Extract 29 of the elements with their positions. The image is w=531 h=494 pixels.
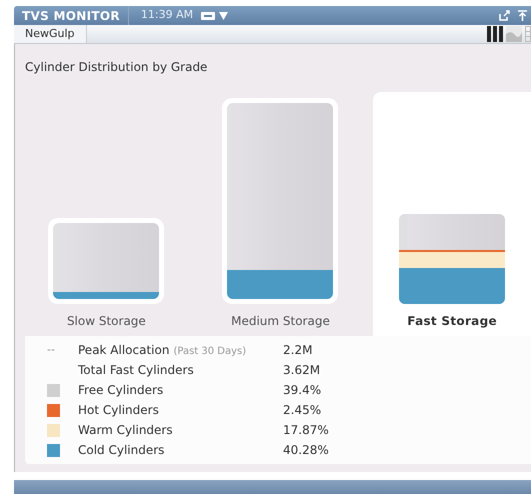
chart-title: Cylinder Distribution by Grade [25,59,208,76]
cylinder-label: Medium Storage [231,313,330,330]
dash-marker: -- [47,342,55,358]
cylinder[interactable] [399,214,506,304]
legend-value: 40.28% [283,442,329,460]
legend-value: 39.4% [283,382,322,400]
dropdown-icon[interactable] [219,12,228,20]
legend-label: Peak Allocation [78,342,170,360]
legend-value: 2.2M [283,342,312,360]
legend-value: 17.87% [283,422,329,440]
legend-label: Total Fast Cylinders [78,362,194,380]
legend-note: (Past 30 Days) [173,345,246,360]
legend-value: 3.62M [283,362,320,380]
grid-view-icon[interactable] [525,26,531,42]
battery-icon [201,12,216,20]
bar-view-icon[interactable] [487,26,503,42]
cylinder-label: Slow Storage [66,313,146,330]
cylinder-label: Fast Storage [407,313,497,330]
legend-label: Free Cylinders [78,382,164,400]
legend-label: Warm Cylinders [78,422,173,440]
popout-icon[interactable] [499,10,510,21]
legend-label: Cold Cylinders [78,442,164,460]
toolbar-tab[interactable]: NewGulp [14,25,87,44]
legend-label: Hot Cylinders [78,402,159,420]
clock-text: 11:39 AM [140,7,194,24]
window-title: TVS MONITOR [21,8,121,24]
cylinder[interactable] [53,223,160,300]
legend-value: 2.45% [283,402,322,420]
cylinder[interactable] [227,103,334,300]
